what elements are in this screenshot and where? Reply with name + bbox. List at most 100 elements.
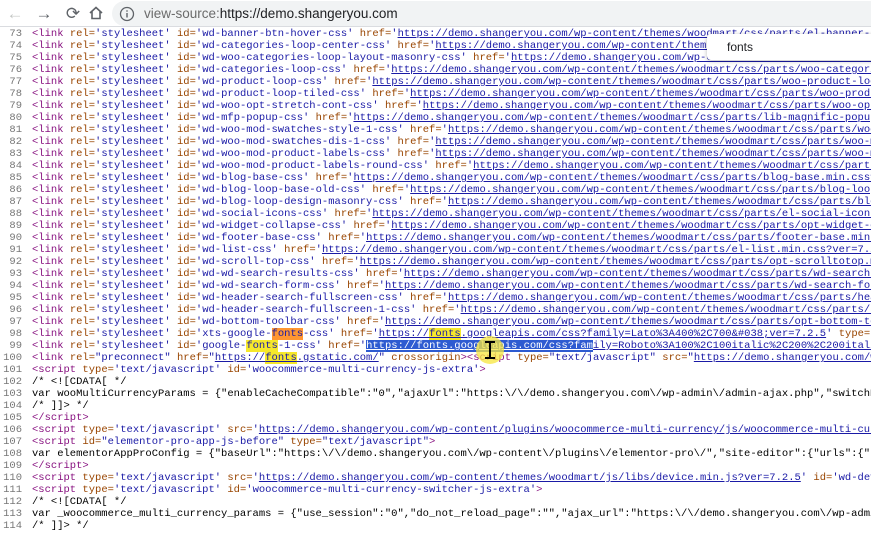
source-line: 108 var elementorAppProConfig = {"baseUrl… [0, 448, 871, 460]
source-line: 98 <link rel='stylesheet' id='xts-google-… [0, 328, 871, 340]
source-line: 94 <link rel='stylesheet' id='wd-wd-searc… [0, 280, 871, 292]
line-code: /* <![CDATA[ */ [32, 376, 127, 388]
source-line: 109 </script> [0, 460, 871, 472]
line-code: <link rel='stylesheet' id='wd-scroll-top… [32, 256, 871, 268]
source-link[interactable]: https://fonts.gstatic.com/ [215, 352, 379, 364]
home-icon[interactable] [85, 2, 107, 24]
source-line: 101 <script type='text/javascript' id='wo… [0, 364, 871, 376]
line-code: <link rel='stylesheet' id='wd-mfp-popup-… [32, 112, 871, 124]
source-link[interactable]: https://demo.shangeryou.com/wp-content/t… [353, 172, 871, 184]
find-match-highlight: fonts [271, 328, 304, 340]
line-code: <link rel='stylesheet' id='wd-blog-loop-… [32, 184, 871, 196]
source-link[interactable]: https://demo.shangeryou.com/wp-content/t… [385, 316, 871, 328]
source-link[interactable]: https://demo.shangeryou.com/wp-content/t… [423, 100, 871, 112]
line-number: 104 [3, 400, 22, 412]
line-number: 108 [3, 448, 22, 460]
line-code: /* ]]> */ [32, 520, 89, 532]
source-line: 103 var wooMultiCurrencyParams = {"enable… [0, 388, 871, 400]
site-info-icon[interactable] [118, 5, 136, 23]
line-number: 86 [9, 184, 22, 196]
source-line: 84 <link rel='stylesheet' id='wd-woo-mod-… [0, 160, 871, 172]
source-link[interactable]: https://demo.shangeryou.com/wp-content/t… [372, 76, 871, 88]
back-arrow-icon[interactable]: ← [4, 2, 26, 24]
line-number: 90 [9, 232, 22, 244]
line-code: <link rel='stylesheet' id='wd-list-css' … [32, 244, 871, 256]
line-code: <link rel='stylesheet' id='wd-woo-opt-st… [32, 100, 871, 112]
source-line: 83 <link rel='stylesheet' id='wd-woo-mod-… [0, 148, 871, 160]
line-code: <link rel='stylesheet' id='wd-wd-search-… [32, 268, 871, 280]
source-line: 99 <link rel='stylesheet' id='google-font… [0, 340, 871, 352]
find-match-highlight: fonts [429, 328, 461, 340]
line-number: 106 [3, 424, 22, 436]
line-code: <script type='text/javascript' id='wooco… [32, 484, 543, 496]
source-link[interactable]: https://demo.shangeryou.com/wp-content/t… [360, 256, 871, 268]
source-link[interactable]: https://demo.shangeryou.com/wp-content/t… [435, 136, 871, 148]
line-number: 82 [9, 136, 22, 148]
source-line: 89 <link rel='stylesheet' id='wd-widget-c… [0, 220, 871, 232]
source-link[interactable]: https://demo.shangeryou.com/wp-content/t… [448, 196, 871, 208]
line-code: <link rel='stylesheet' id='wd-widget-col… [32, 220, 871, 232]
line-number: 92 [9, 256, 22, 268]
source-link[interactable]: https://fonts.googleapis.com/css?family=… [379, 328, 826, 340]
line-number: 99 [9, 340, 22, 352]
source-link[interactable]: https://demo.shangeryou.com/wp-content/t… [391, 64, 871, 76]
line-number: 88 [9, 208, 22, 220]
line-number: 73 [9, 28, 22, 40]
source-link[interactable]: https://demo.shangeryou.com/wp-content/t… [435, 148, 871, 160]
line-code: <link rel="preconnect" href="https://fon… [32, 352, 871, 364]
line-code: <link rel='stylesheet' id='wd-woo-mod-sw… [32, 124, 871, 136]
line-number: 75 [9, 52, 22, 64]
reload-icon[interactable]: ⟳ [62, 2, 84, 24]
line-code: <link rel='stylesheet' id='wd-footer-bas… [32, 232, 871, 244]
source-link[interactable]: https://demo.shangeryou.com/wp-content/t… [372, 208, 871, 220]
find-in-page-bar[interactable]: fonts [707, 34, 871, 60]
browser-toolbar: ← → ⟳ view-source:https://demo.shangeryo… [0, 0, 871, 27]
source-link[interactable]: https://demo.shangeryou.com/wp-content/t… [448, 292, 871, 304]
line-code: /* ]]> */ [32, 400, 89, 412]
source-link[interactable]: https://demo.shangeryou.com/wp-content/t… [385, 280, 871, 292]
source-link[interactable]: https://demo.shangeryou.com/wp-content/t… [404, 268, 871, 280]
line-number: 87 [9, 196, 22, 208]
line-code: <link rel='stylesheet' id='wd-social-ico… [32, 208, 871, 220]
source-link[interactable]: ily=Roboto%3A100%2C100italic%2C200%2C200… [593, 340, 871, 352]
source-link[interactable]: https://demo.shangeryou.com/wp-content/t… [473, 160, 871, 172]
source-line: 113 var _woocommerce_multi_currency_param… [0, 508, 871, 520]
source-link[interactable]: https://demo.shangeryou.com/wp-content/t… [366, 232, 871, 244]
url-host: https://demo.shangeryou.com [219, 6, 398, 21]
text-cursor-icon [485, 341, 495, 359]
source-line: 106 <script type='text/javascript' src='h… [0, 424, 871, 436]
source-line: 76 <link rel='stylesheet' id='wd-categori… [0, 64, 871, 76]
mouse-cursor-highlight [476, 336, 504, 364]
source-link[interactable]: https://demo.shangeryou.com/wp-content/t… [461, 304, 871, 316]
line-number: 112 [3, 496, 22, 508]
source-link[interactable]: https://demo.shangeryou.com/wp-includes/… [694, 352, 871, 364]
source-link[interactable]: https://demo.shangeryou.com/wp-content/t… [322, 244, 871, 256]
source-line: 114 /* ]]> */ [0, 520, 871, 532]
line-number: 114 [3, 520, 22, 532]
line-number: 74 [9, 40, 22, 52]
source-link[interactable]: https://demo.shangeryou.com/wp-content/t… [410, 184, 871, 196]
source-link[interactable]: https://demo.shangeryou.com/wp-content/t… [410, 88, 871, 100]
source-link[interactable]: https://demo.shangeryou.com/wp-content/t… [391, 220, 871, 232]
source-line: 104 /* ]]> */ [0, 400, 871, 412]
url-text[interactable]: view-source:https://demo.shangeryou.com [144, 6, 398, 21]
source-line: 97 <link rel='stylesheet' id='wd-bottom-t… [0, 316, 871, 328]
source-link[interactable]: https://demo.shangeryou.com/wp-content/p… [259, 424, 871, 436]
line-number: 101 [3, 364, 22, 376]
line-code: var elementorAppProConfig = {"baseUrl":"… [32, 448, 871, 460]
line-number: 77 [9, 76, 22, 88]
address-bar[interactable]: view-source:https://demo.shangeryou.com [112, 1, 871, 26]
source-line: 100 <link rel="preconnect" href="https://… [0, 352, 871, 364]
line-number: 78 [9, 88, 22, 100]
line-number: 96 [9, 304, 22, 316]
source-link[interactable]: https://demo.shangeryou.com/wp-content/t… [259, 472, 801, 484]
source-link[interactable]: https://demo.shangeryou.com/wp-content/t… [448, 124, 871, 136]
source-line: 111 <script type='text/javascript' id='wo… [0, 484, 871, 496]
line-number: 84 [9, 160, 22, 172]
forward-arrow-icon[interactable]: → [33, 2, 55, 24]
source-line: 90 <link rel='stylesheet' id='wd-footer-b… [0, 232, 871, 244]
source-link[interactable]: https://demo.shangeryou.com/wp-content/t… [353, 112, 871, 124]
find-input[interactable]: fonts [727, 40, 753, 54]
line-code: <link rel='stylesheet' id='xts-google-fo… [32, 328, 871, 340]
source-line: 93 <link rel='stylesheet' id='wd-wd-searc… [0, 268, 871, 280]
